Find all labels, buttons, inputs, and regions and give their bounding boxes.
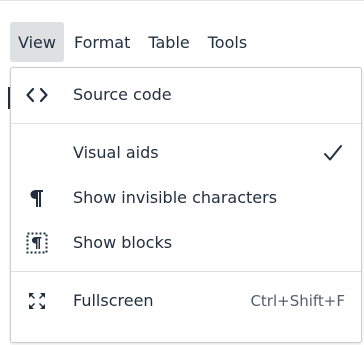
menu-item-label: Show blocks bbox=[73, 233, 173, 252]
menu-item-visual-aids[interactable]: Visual aids bbox=[11, 130, 361, 175]
source-code-icon bbox=[25, 83, 49, 107]
view-dropdown-menu: Source code Visual aids Show invisible c… bbox=[10, 67, 362, 343]
menubar: View Format Table Tools bbox=[0, 22, 257, 62]
menu-item-label: Show invisible characters bbox=[73, 188, 278, 207]
checkmark-icon bbox=[321, 141, 345, 165]
menu-item-show-invisible-characters[interactable]: Show invisible characters bbox=[11, 175, 361, 220]
menu-divider bbox=[11, 123, 361, 124]
empty-icon-slot bbox=[25, 141, 49, 165]
menu-item-show-blocks[interactable]: Show blocks bbox=[11, 220, 361, 265]
menu-item-label: Fullscreen bbox=[73, 291, 154, 310]
pilcrow-icon bbox=[25, 186, 49, 210]
menu-item-fullscreen[interactable]: Fullscreen Ctrl+Shift+F bbox=[11, 278, 361, 323]
menubar-table[interactable]: Table bbox=[140, 22, 197, 62]
editor-window: View Format Table Tools Source code Visu… bbox=[0, 0, 364, 345]
menu-item-source-code[interactable]: Source code bbox=[11, 72, 361, 117]
fullscreen-icon bbox=[25, 289, 49, 313]
menu-item-label: Source code bbox=[73, 85, 172, 104]
menu-divider bbox=[11, 271, 361, 272]
top-border bbox=[0, 0, 364, 1]
menubar-format[interactable]: Format bbox=[66, 22, 138, 62]
show-blocks-icon bbox=[25, 231, 49, 255]
keyboard-shortcut: Ctrl+Shift+F bbox=[250, 291, 345, 310]
menubar-view[interactable]: View bbox=[10, 22, 64, 62]
menubar-tools[interactable]: Tools bbox=[200, 22, 255, 62]
menu-item-label: Visual aids bbox=[73, 143, 159, 162]
